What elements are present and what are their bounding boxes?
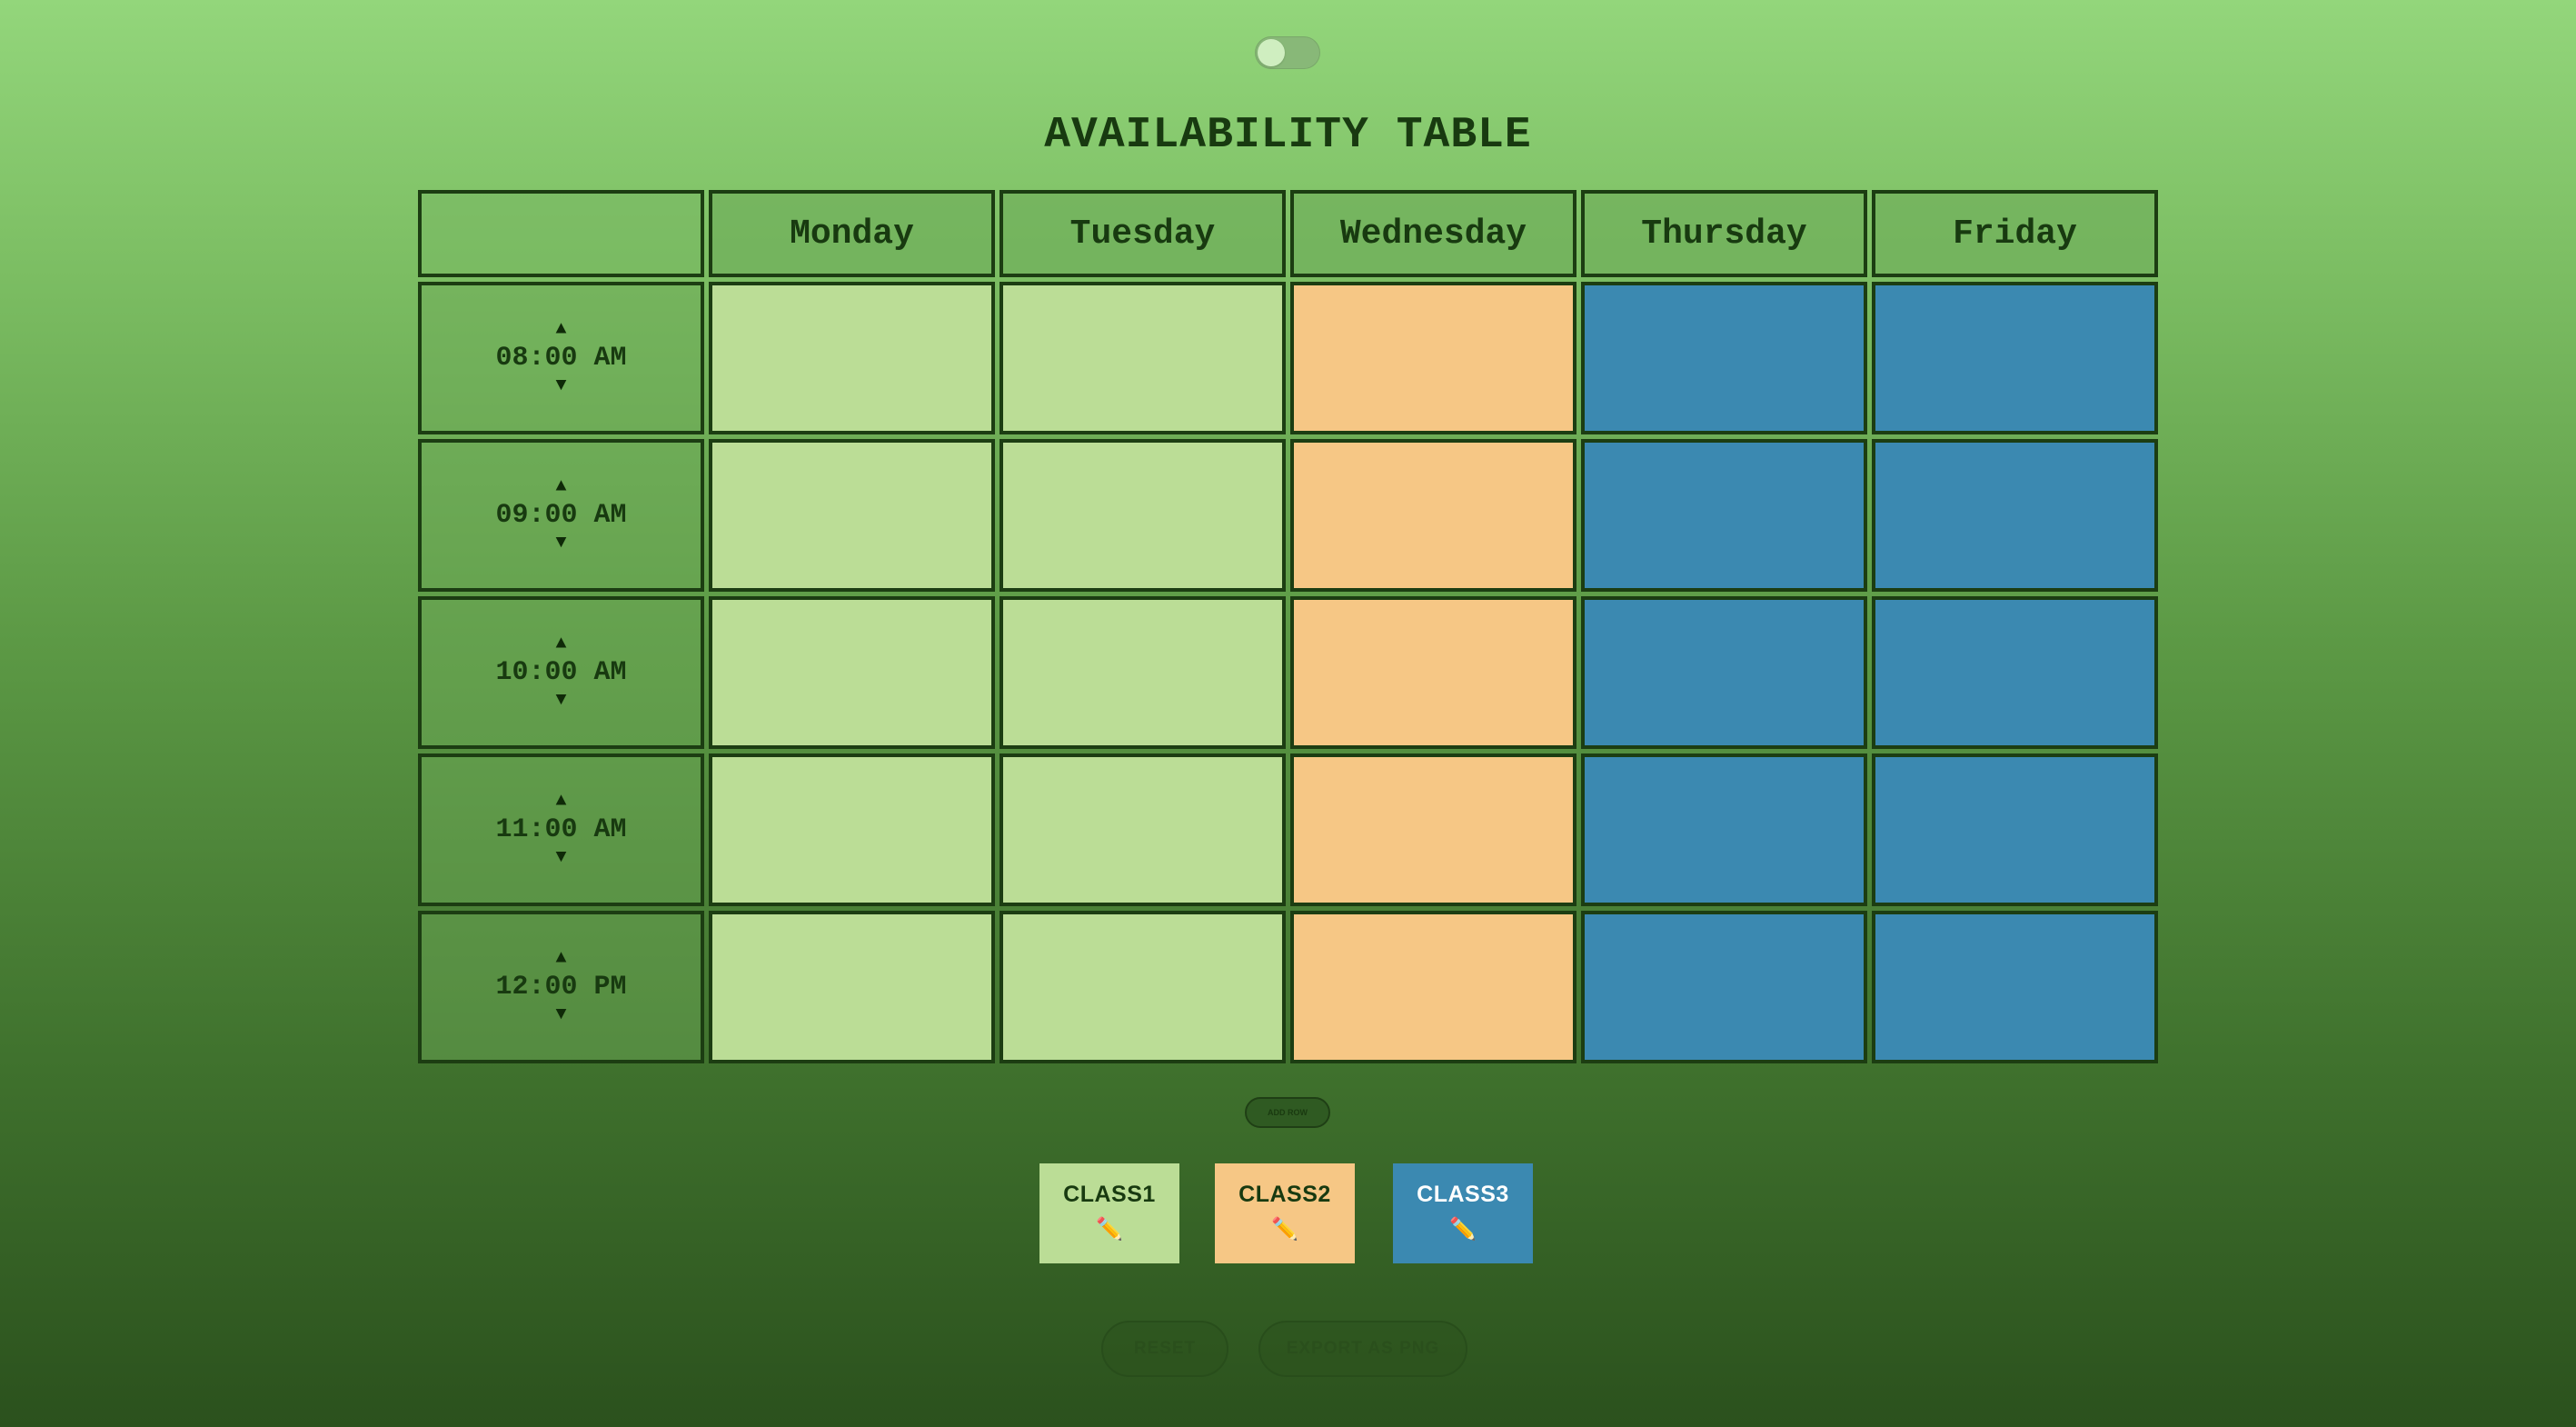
class-card-class1[interactable]: CLASS1 ✏️ <box>1039 1163 1179 1263</box>
slot-cell[interactable] <box>1000 911 1286 1063</box>
class-card-class3[interactable]: CLASS3 ✏️ <box>1393 1163 1533 1263</box>
class-label: CLASS3 <box>1417 1182 1509 1207</box>
pencil-icon[interactable]: ✏️ <box>1449 1219 1477 1241</box>
slot-cell[interactable] <box>709 753 995 906</box>
class-label: CLASS2 <box>1238 1182 1331 1207</box>
slot-cell[interactable] <box>1290 911 1576 1063</box>
time-up-arrow-icon[interactable]: ▲ <box>555 792 566 812</box>
add-row-button[interactable]: ADD ROW <box>1245 1097 1330 1128</box>
slot-cell[interactable] <box>1872 596 2158 749</box>
time-up-arrow-icon[interactable]: ▲ <box>555 320 566 340</box>
toggle-knob <box>1258 39 1285 66</box>
day-header-thursday: Thursday <box>1581 190 1867 277</box>
time-up-arrow-icon[interactable]: ▲ <box>555 477 566 497</box>
time-up-arrow-icon[interactable]: ▲ <box>555 949 566 969</box>
page-title: AVAILABILITY TABLE <box>1044 111 1532 160</box>
time-label: 09:00 AM <box>495 500 627 531</box>
time-label: 08:00 AM <box>495 343 627 374</box>
time-down-arrow-icon[interactable]: ▼ <box>555 534 566 554</box>
time-down-arrow-icon[interactable]: ▼ <box>555 848 566 868</box>
time-label: 12:00 PM <box>495 972 627 1003</box>
slot-cell[interactable] <box>1290 282 1576 434</box>
slot-cell[interactable] <box>1290 753 1576 906</box>
slot-cell[interactable] <box>1581 753 1867 906</box>
day-header-monday: Monday <box>709 190 995 277</box>
slot-cell[interactable] <box>1872 753 2158 906</box>
slot-cell[interactable] <box>1872 282 2158 434</box>
export-png-button[interactable]: EXPORT AS PNG <box>1258 1321 1467 1377</box>
slot-cell[interactable] <box>1000 596 1286 749</box>
slot-cell[interactable] <box>1290 439 1576 592</box>
class-label: CLASS1 <box>1063 1182 1156 1207</box>
day-header-friday: Friday <box>1872 190 2158 277</box>
slot-cell[interactable] <box>709 282 995 434</box>
availability-table: Monday Tuesday Wednesday Thursday Friday… <box>418 190 2158 1063</box>
slot-cell[interactable] <box>709 439 995 592</box>
time-up-arrow-icon[interactable]: ▲ <box>555 634 566 654</box>
time-down-arrow-icon[interactable]: ▼ <box>555 376 566 396</box>
slot-cell[interactable] <box>1581 911 1867 1063</box>
time-cell: ▲ 10:00 AM ▼ <box>418 596 704 749</box>
slot-cell[interactable] <box>1581 439 1867 592</box>
slot-cell[interactable] <box>1581 596 1867 749</box>
time-cell: ▲ 11:00 AM ▼ <box>418 753 704 906</box>
time-label: 10:00 AM <box>495 657 627 688</box>
time-cell: ▲ 12:00 PM ▼ <box>418 911 704 1063</box>
time-cell: ▲ 08:00 AM ▼ <box>418 282 704 434</box>
slot-cell[interactable] <box>709 911 995 1063</box>
theme-toggle[interactable] <box>1255 36 1320 69</box>
slot-cell[interactable] <box>1000 282 1286 434</box>
time-down-arrow-icon[interactable]: ▼ <box>555 1005 566 1025</box>
slot-cell[interactable] <box>709 596 995 749</box>
reset-button[interactable]: RESET <box>1101 1321 1228 1377</box>
pencil-icon[interactable]: ✏️ <box>1096 1219 1123 1241</box>
table-corner-cell <box>418 190 704 277</box>
slot-cell[interactable] <box>1290 596 1576 749</box>
class-card-class2[interactable]: CLASS2 ✏️ <box>1215 1163 1355 1263</box>
time-cell: ▲ 09:00 AM ▼ <box>418 439 704 592</box>
slot-cell[interactable] <box>1872 911 2158 1063</box>
day-header-wednesday: Wednesday <box>1290 190 1576 277</box>
time-label: 11:00 AM <box>495 814 627 845</box>
time-down-arrow-icon[interactable]: ▼ <box>555 691 566 711</box>
day-header-tuesday: Tuesday <box>1000 190 1286 277</box>
slot-cell[interactable] <box>1000 439 1286 592</box>
pencil-icon[interactable]: ✏️ <box>1271 1219 1298 1241</box>
slot-cell[interactable] <box>1000 753 1286 906</box>
slot-cell[interactable] <box>1872 439 2158 592</box>
slot-cell[interactable] <box>1581 282 1867 434</box>
